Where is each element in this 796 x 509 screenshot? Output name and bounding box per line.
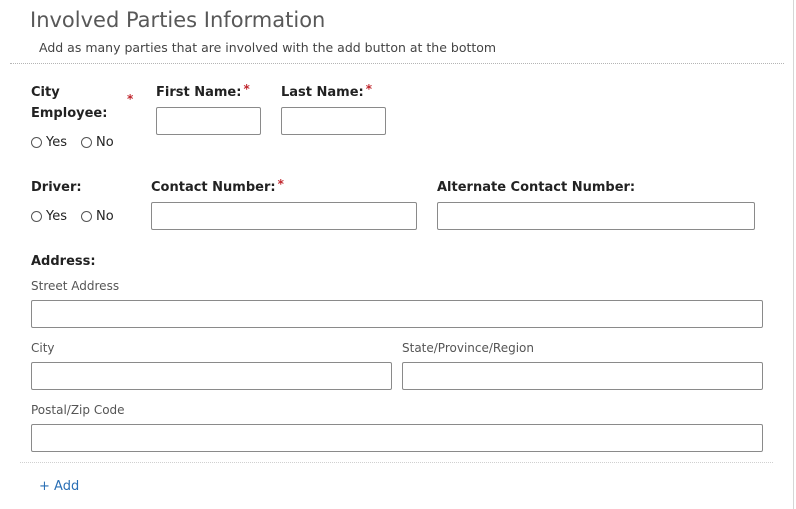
address-label: Address: bbox=[31, 254, 96, 269]
city-employee-label-line1: City bbox=[31, 85, 60, 100]
driver-label: Driver: bbox=[31, 180, 82, 195]
page-subtitle: Add as many parties that are involved wi… bbox=[39, 40, 497, 55]
state-province-region-label: State/Province/Region bbox=[402, 341, 534, 355]
street-address-input[interactable] bbox=[31, 300, 763, 328]
radio-circle-icon[interactable] bbox=[81, 137, 92, 148]
driver-no-option[interactable]: No bbox=[81, 209, 114, 224]
city-employee-required-marker: * bbox=[127, 92, 134, 106]
radio-circle-icon[interactable] bbox=[31, 211, 42, 222]
radio-circle-icon[interactable] bbox=[81, 211, 92, 222]
city-employee-yes-option[interactable]: Yes bbox=[31, 135, 67, 150]
footer-divider bbox=[20, 462, 773, 463]
first-name-label: First Name: * bbox=[156, 82, 250, 103]
driver-radio-group: Yes No bbox=[31, 209, 128, 224]
last-name-label: Last Name: * bbox=[281, 82, 372, 103]
page-title: Involved Parties Information bbox=[30, 8, 326, 32]
city-label: City bbox=[31, 341, 55, 355]
city-employee-no-option[interactable]: No bbox=[81, 135, 114, 150]
state-province-region-input[interactable] bbox=[402, 362, 763, 390]
add-party-button[interactable]: + Add bbox=[39, 479, 79, 494]
alternate-contact-input[interactable] bbox=[437, 202, 755, 230]
driver-yes-option[interactable]: Yes bbox=[31, 209, 67, 224]
city-employee-label-line2: Employee: bbox=[31, 106, 108, 121]
contact-number-required-marker: * bbox=[277, 177, 284, 191]
first-name-input[interactable] bbox=[156, 107, 261, 135]
postal-zip-code-label: Postal/Zip Code bbox=[31, 403, 125, 417]
alternate-contact-label: Alternate Contact Number: bbox=[437, 180, 636, 195]
first-name-label-text: First Name: bbox=[156, 85, 242, 100]
contact-number-label-text: Contact Number: bbox=[151, 180, 276, 195]
driver-no-label: No bbox=[96, 209, 114, 224]
header-divider bbox=[10, 63, 784, 64]
city-employee-no-label: No bbox=[96, 135, 114, 150]
last-name-required-marker: * bbox=[365, 82, 373, 96]
driver-yes-label: Yes bbox=[46, 209, 67, 224]
street-address-label: Street Address bbox=[31, 279, 120, 293]
last-name-label-text: Last Name: bbox=[281, 85, 364, 100]
panel-right-border bbox=[793, 0, 794, 509]
radio-circle-icon[interactable] bbox=[31, 137, 42, 148]
contact-number-input[interactable] bbox=[151, 202, 417, 230]
city-employee-radio-group: Yes No bbox=[31, 135, 128, 150]
first-name-required-marker: * bbox=[243, 82, 250, 96]
city-input[interactable] bbox=[31, 362, 392, 390]
last-name-input[interactable] bbox=[281, 107, 386, 135]
postal-zip-code-input[interactable] bbox=[31, 424, 763, 452]
city-employee-label: City Employee: bbox=[31, 82, 107, 124]
city-employee-yes-label: Yes bbox=[46, 135, 67, 150]
contact-number-label: Contact Number: * bbox=[151, 177, 284, 198]
